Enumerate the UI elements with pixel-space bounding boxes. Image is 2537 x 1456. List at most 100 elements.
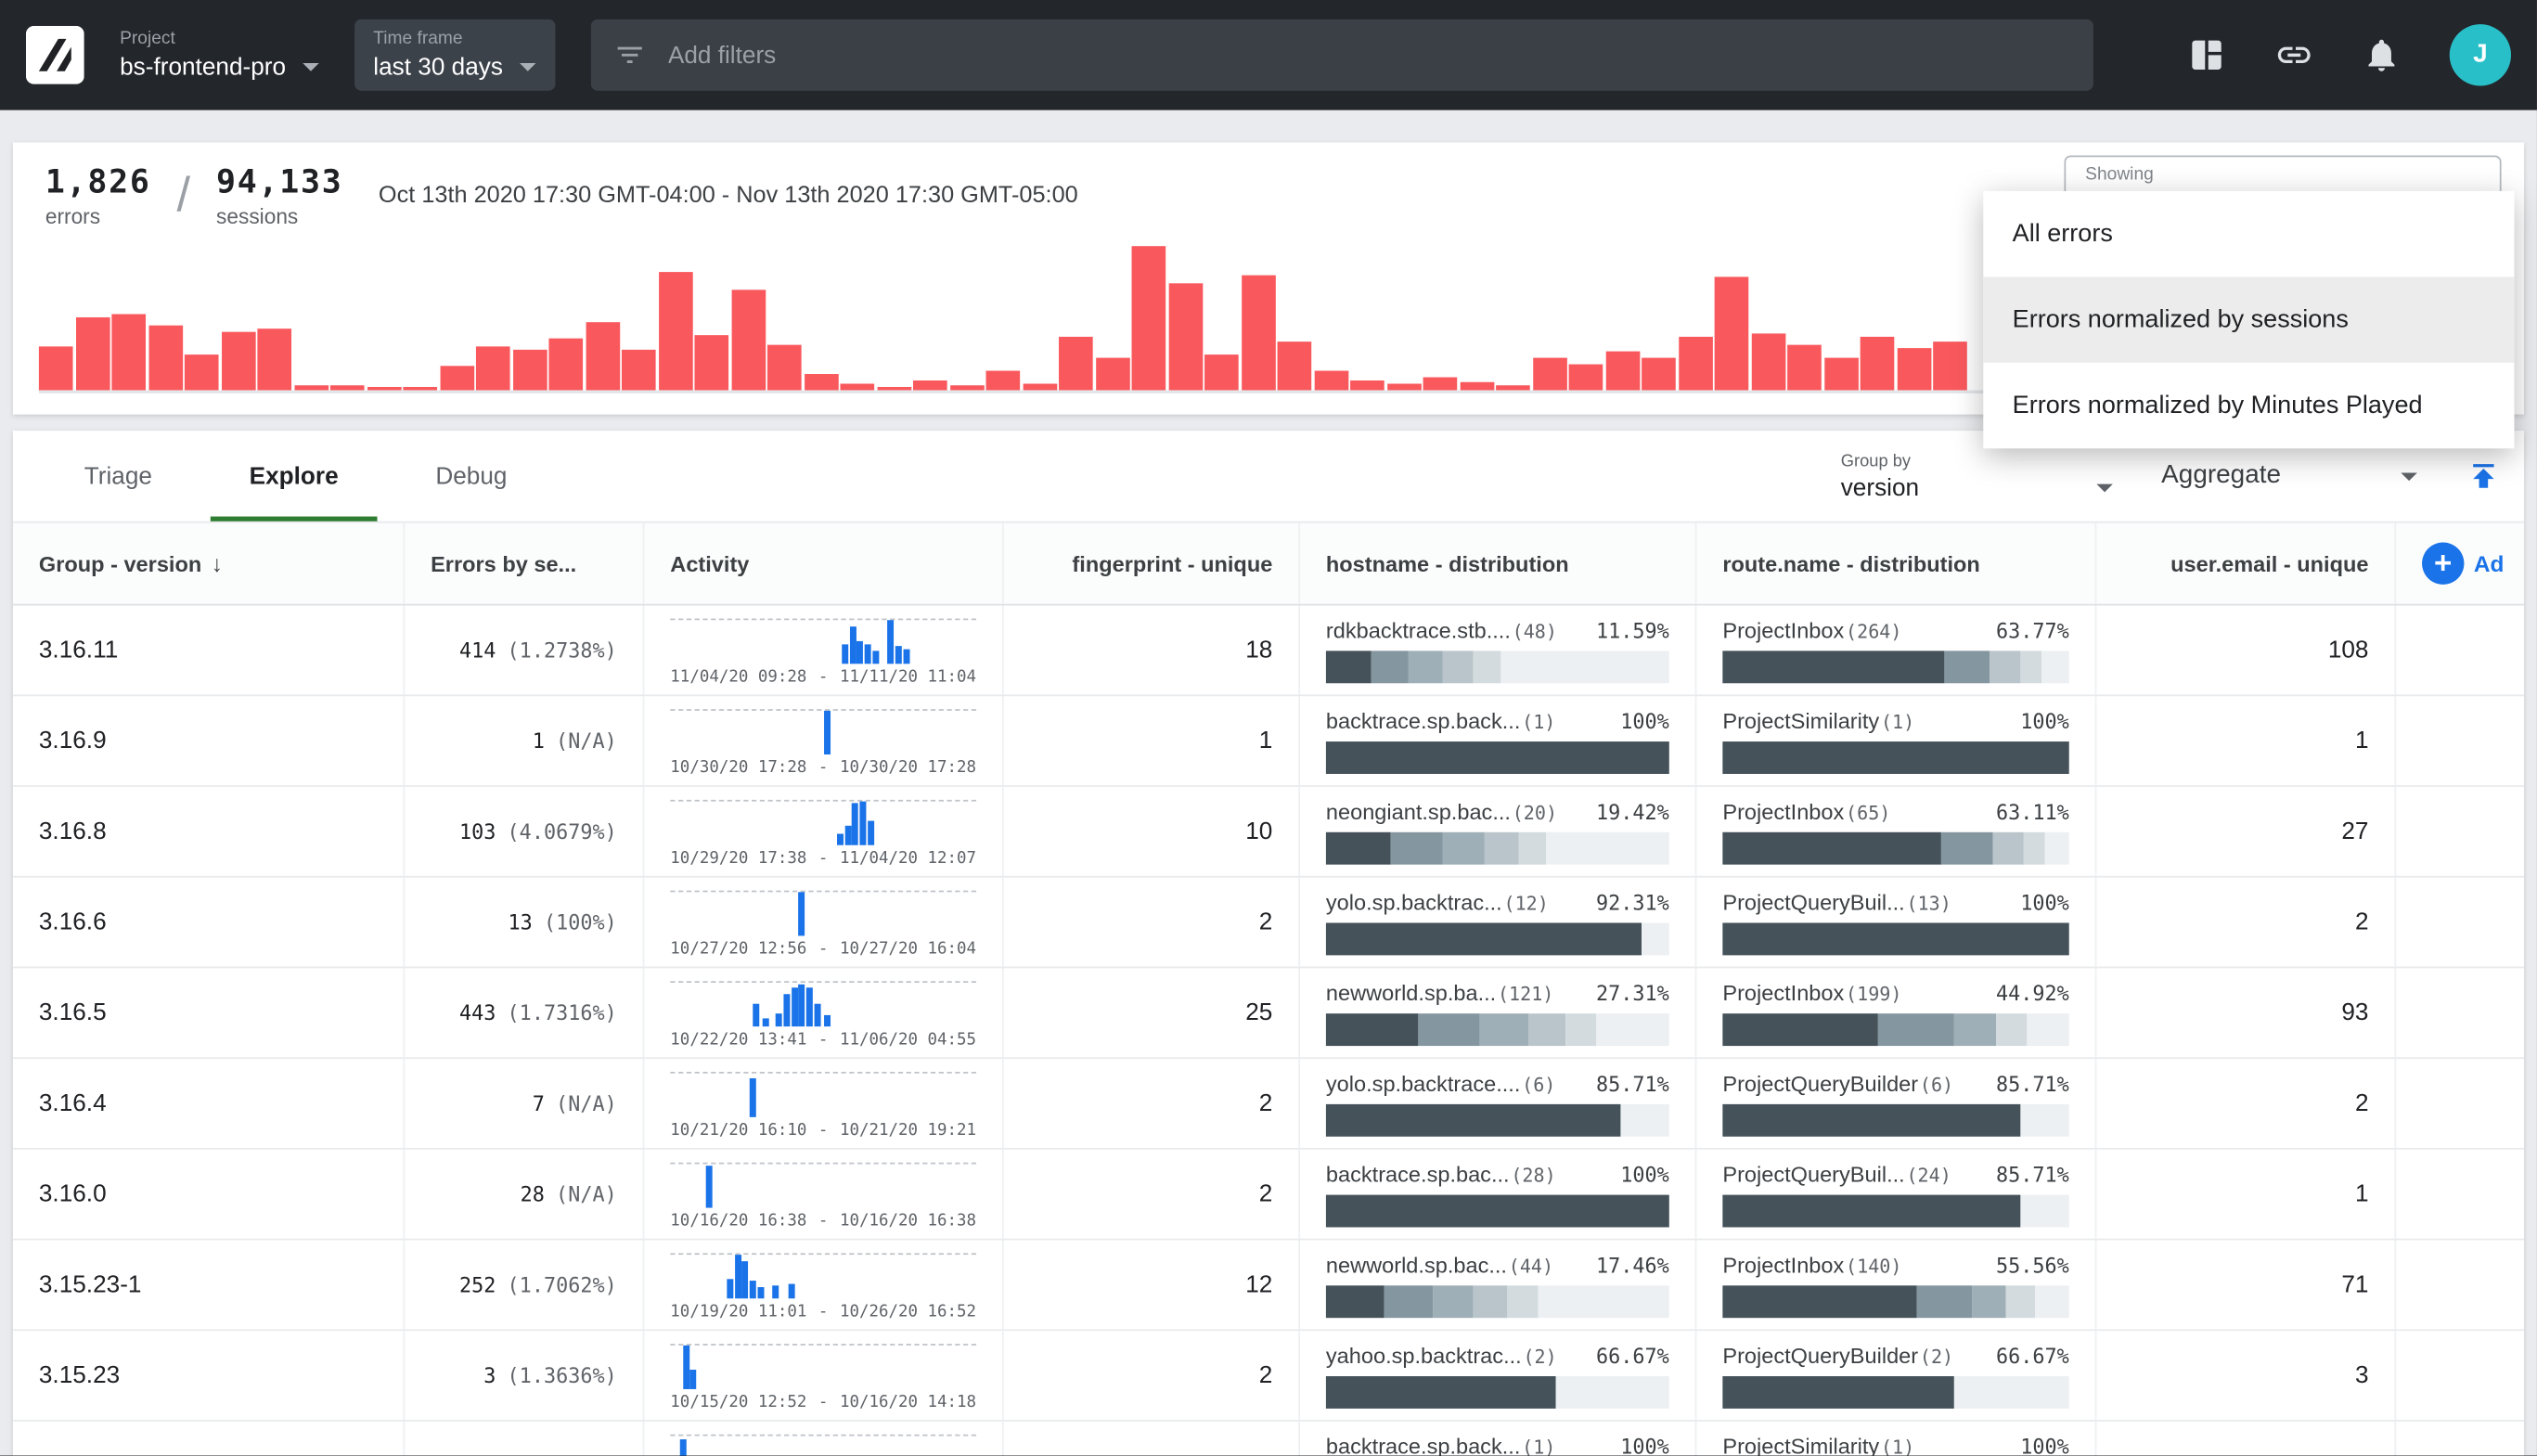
histogram-bar: [1314, 371, 1348, 391]
table-row[interactable]: 3.15.23 3 (1.3636%) 10/15/20 12:52 - 10/…: [13, 1331, 2524, 1422]
errors-count: 1: [533, 728, 545, 753]
group-by-select[interactable]: Group by version: [1841, 451, 2113, 501]
timeframe-selector[interactable]: Time frame last 30 days: [354, 19, 554, 91]
project-selector[interactable]: Project bs-frontend-pro: [120, 29, 318, 81]
route-name: ProjectInbox: [1722, 980, 1844, 1004]
hostname-name: yolo.sp.backtrace....: [1326, 1071, 1520, 1095]
fingerprint-cell: 1: [1004, 696, 1300, 785]
route-bar: [1722, 741, 2068, 773]
link-icon[interactable]: [2274, 35, 2313, 74]
distribution-segment: [1419, 1012, 1481, 1045]
group-by-label: Group by: [1841, 451, 2113, 470]
histogram-bar: [1278, 341, 1312, 390]
filters-bar[interactable]: [590, 19, 2093, 91]
table-row[interactable]: 3.16.0 28 (N/A) 10/16/20 16:38 - 10/16/2…: [13, 1150, 2524, 1241]
sparkline-bar: [856, 641, 863, 664]
fingerprint-cell: 2: [1004, 1059, 1300, 1148]
dashboard-icon[interactable]: [2187, 35, 2226, 74]
distribution-segment: [2028, 1012, 2069, 1045]
table-row[interactable]: 3.16.5 443 (1.7316%) 10/22/20 13:41 - 11…: [13, 968, 2524, 1059]
column-header-activity[interactable]: Activity: [644, 523, 1003, 604]
distribution-segment: [1996, 1012, 2028, 1045]
sort-desc-icon: [212, 550, 223, 576]
user-email-cell: 71: [2096, 1240, 2396, 1329]
distribution-segment: [2034, 1284, 2068, 1317]
chevron-down-icon: [2096, 483, 2112, 492]
showing-option[interactable]: Errors normalized by Minutes Played: [1983, 363, 2514, 448]
distribution-segment: [1955, 1375, 2069, 1408]
table-row[interactable]: 3.16.11 414 (1.2738%) 11/04/20 09:28 - 1…: [13, 606, 2524, 697]
export-upload-icon[interactable]: [2466, 458, 2501, 494]
errors-cell: 414 (1.2738%): [405, 606, 644, 695]
tab-triage[interactable]: Triage: [35, 431, 200, 522]
distribution-segment: [1941, 831, 1993, 864]
version-cell: 3.16.0: [13, 1150, 405, 1239]
route-cell: ProjectQueryBuilder (2) 66.67%: [1696, 1331, 2096, 1420]
activity-sparkline: [670, 1253, 976, 1298]
route-count: (13): [1906, 891, 1951, 913]
column-header-errors[interactable]: Errors by se...: [405, 523, 644, 604]
route-count: (6): [1920, 1073, 1953, 1095]
histogram-bar: [111, 314, 146, 390]
spacer-cell: [2396, 1422, 2524, 1456]
timeframe-value: last 30 days: [373, 54, 503, 82]
sparkline-bar: [788, 1284, 794, 1299]
spacer-cell: [2396, 968, 2524, 1057]
hostname-cell: yahoo.sp.backtrac... (2) 66.67%: [1300, 1331, 1696, 1420]
activity-start: 10/22/20 13:41: [670, 1031, 806, 1049]
histogram-bar: [804, 374, 838, 390]
activity-end: 10/21/20 19:21: [840, 1122, 976, 1140]
hostname-pct: 66.67%: [1583, 1343, 1669, 1367]
user-email-cell: 1: [2096, 696, 2396, 785]
add-column-button[interactable]: Ad: [2396, 523, 2524, 604]
distribution-segment: [1722, 922, 2068, 955]
activity-sparkline: [670, 981, 976, 1026]
route-bar: [1722, 1012, 2068, 1045]
distribution-segment: [1597, 1012, 1669, 1045]
sparkline-bar: [799, 985, 805, 1026]
user-email-cell: 2: [2096, 878, 2396, 967]
column-header-fingerprint[interactable]: fingerprint - unique: [1004, 523, 1300, 604]
route-count: (1): [1881, 1436, 1914, 1456]
bell-icon[interactable]: [2363, 35, 2402, 74]
tab-explore[interactable]: Explore: [200, 431, 387, 522]
activity-end: 10/27/20 16:04: [840, 941, 976, 959]
activity-sep: -: [818, 1122, 829, 1140]
column-header-user-email[interactable]: user.email - unique: [2096, 523, 2396, 604]
showing-option[interactable]: Errors normalized by sessions: [1983, 277, 2514, 362]
column-header-hostname[interactable]: hostname - distribution: [1300, 523, 1696, 604]
avatar[interactable]: J: [2450, 24, 2511, 85]
tab-debug[interactable]: Debug: [387, 431, 556, 522]
table-row[interactable]: 3.15.22 1 backtrace.sp.back... (1) 100%: [13, 1422, 2524, 1456]
distribution-segment: [1722, 741, 2068, 773]
showing-option[interactable]: All errors: [1983, 191, 2514, 277]
column-header-group-version[interactable]: Group - version: [13, 523, 405, 604]
histogram-bar: [1386, 383, 1421, 390]
activity-end: 11/11/20 11:04: [840, 669, 976, 687]
plus-icon: [2422, 542, 2464, 584]
add-filters-input[interactable]: [664, 40, 2070, 71]
chevron-down-icon: [2401, 472, 2416, 481]
version-cell: 3.16.8: [13, 787, 405, 876]
table-row[interactable]: 3.15.23-1 252 (1.7062%) 10/19/20 11:01 -…: [13, 1240, 2524, 1331]
app-window: Project bs-frontend-pro Time frame last …: [0, 0, 2537, 1455]
distribution-segment: [1326, 1284, 1384, 1317]
table-row[interactable]: 3.16.8 103 (4.0679%) 10/29/20 17:38 - 11…: [13, 787, 2524, 878]
route-count: (65): [1846, 801, 1890, 823]
sessions-count: 94,133: [216, 161, 343, 200]
table-row[interactable]: 3.16.9 1 (N/A) 10/30/20 17:28 - 10/30/20…: [13, 696, 2524, 787]
aggregate-select[interactable]: Aggregate: [2161, 461, 2417, 490]
table-row[interactable]: 3.16.6 13 (100%) 10/27/20 12:56 - 10/27/…: [13, 878, 2524, 969]
activity-sparkline: [670, 1163, 976, 1208]
distribution-segment: [2041, 650, 2069, 682]
backtrace-logo-icon[interactable]: [26, 26, 84, 84]
route-count: (1): [1881, 710, 1914, 732]
sparkline-bar: [690, 1370, 697, 1389]
table-row[interactable]: 3.16.4 7 (N/A) 10/21/20 16:10 - 10/21/20…: [13, 1059, 2524, 1150]
activity-sparkline: [670, 1072, 976, 1117]
column-header-route-name[interactable]: route.name - distribution: [1696, 523, 2096, 604]
histogram-bar: [257, 329, 291, 390]
histogram-bar: [1496, 385, 1530, 390]
route-name: ProjectInbox: [1722, 618, 1844, 642]
route-cell: ProjectInbox (199) 44.92%: [1696, 968, 2096, 1057]
